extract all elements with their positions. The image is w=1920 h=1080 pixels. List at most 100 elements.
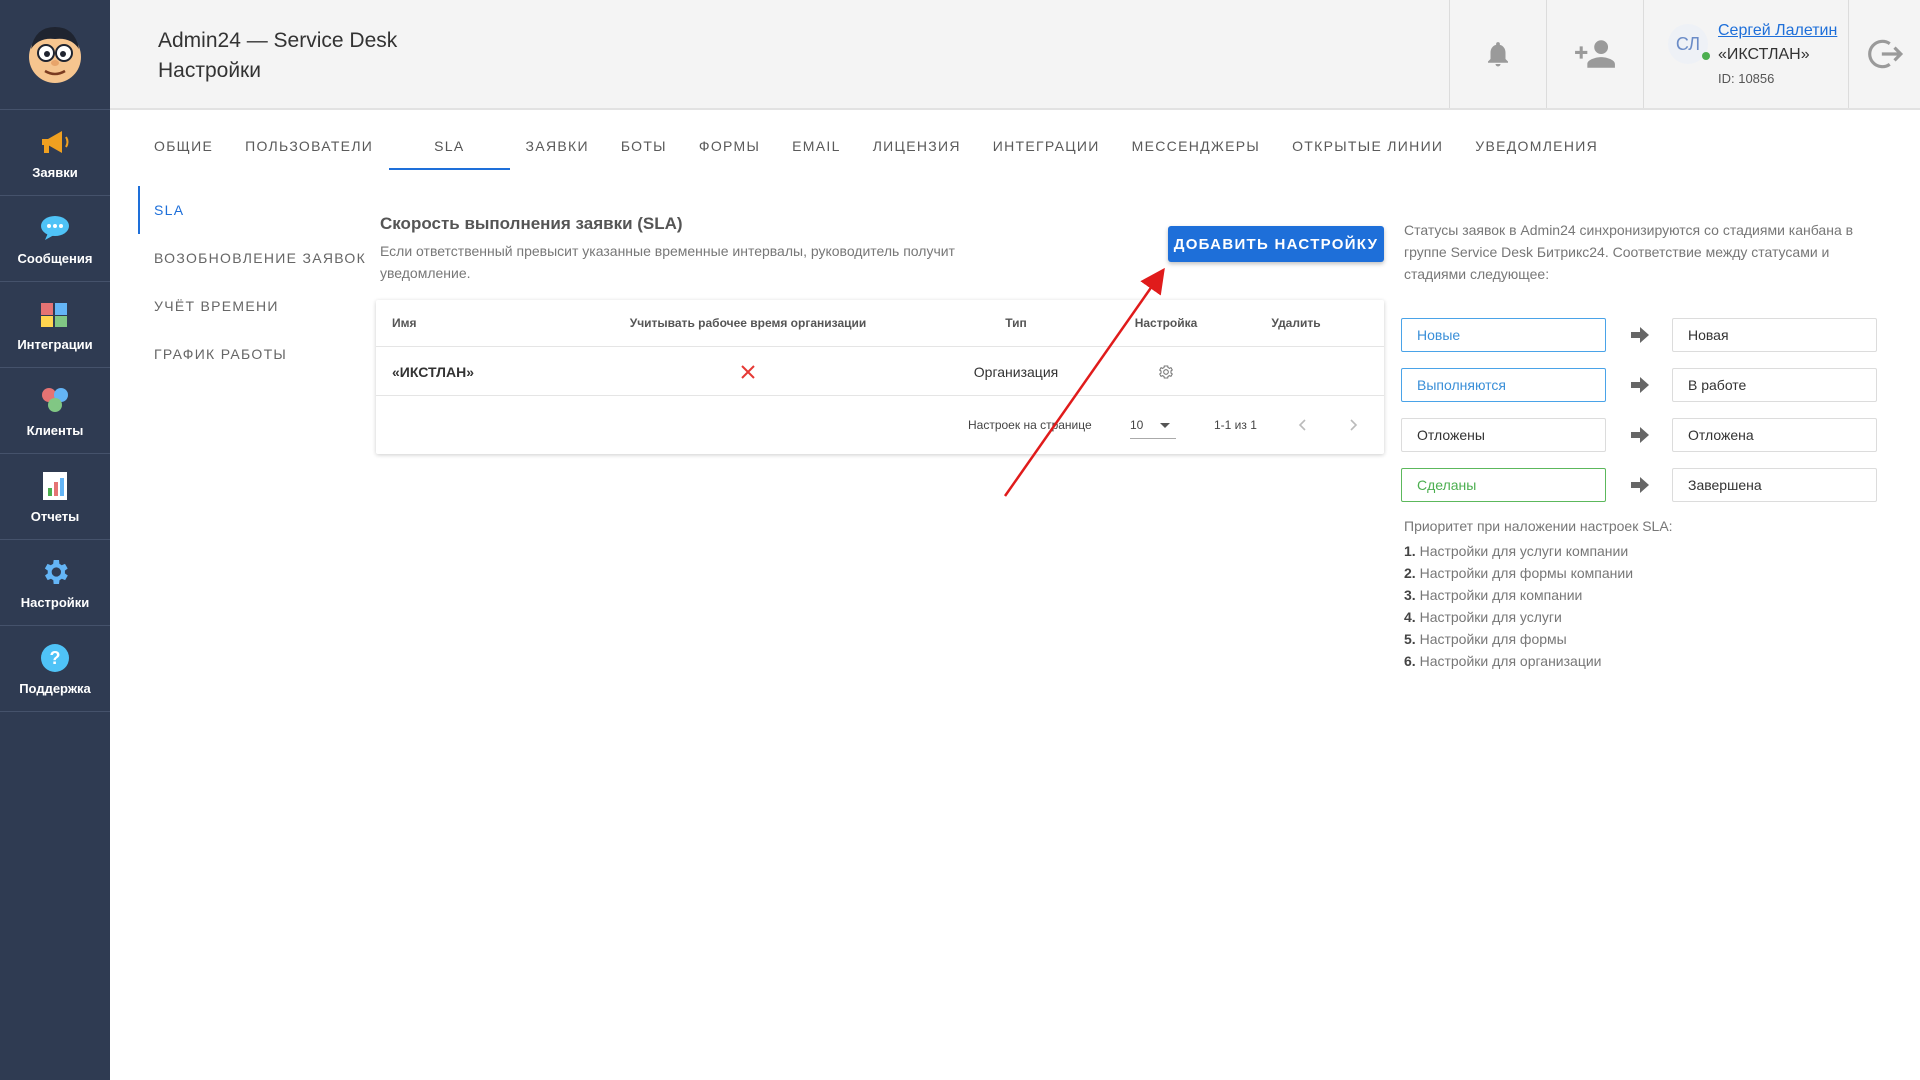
priority-item: 1. Настройки для услуги компании — [1404, 540, 1633, 562]
status-box: Новые — [1401, 318, 1606, 352]
sidebar: Заявки Сообщения Интеграции Клиенты Отчеты На… — [0, 0, 110, 1080]
sla-table: Имя Учитывать рабочее время организации … — [376, 300, 1384, 454]
tab-2[interactable]: SLA — [389, 126, 510, 170]
row-name: «ИКСТЛАН» — [392, 364, 475, 380]
logout-button[interactable] — [1848, 0, 1920, 108]
prev-page-button[interactable] — [1296, 397, 1310, 453]
sidebar-item-label: Сообщения — [17, 251, 93, 266]
sidebar-item-label: Поддержка — [19, 681, 91, 696]
megaphone-icon — [38, 125, 72, 159]
column-header-delete: Удалить — [1271, 316, 1321, 330]
status-box: Отложены — [1401, 418, 1606, 452]
sidebar-item-4[interactable]: Отчеты — [0, 454, 110, 540]
status-box: Выполняются — [1401, 368, 1606, 402]
pagination-range: 1-1 из 1 — [1214, 418, 1257, 432]
priority-text: Настройки для услуги — [1419, 609, 1562, 625]
priority-number: 1. — [1404, 543, 1416, 559]
logout-icon — [1867, 39, 1903, 69]
priority-text: Настройки для формы — [1419, 631, 1567, 647]
stage-box: Завершена — [1672, 468, 1877, 502]
online-status-indicator — [1702, 52, 1710, 60]
priority-item: 2. Настройки для формы компании — [1404, 562, 1633, 584]
column-header-name[interactable]: Имя — [392, 300, 417, 347]
column-header-settings: Настройка — [1134, 316, 1198, 330]
tab-3[interactable]: ЗАЯВКИ — [510, 126, 605, 170]
per-page-value: 10 — [1130, 418, 1144, 432]
stage-box: Новая — [1672, 318, 1877, 352]
column-header-work-time: Учитывать рабочее время организации — [629, 316, 867, 330]
priority-item: 6. Настройки для организации — [1404, 650, 1633, 672]
arrow-right-icon — [1630, 425, 1650, 445]
status-box: Сделаны — [1401, 468, 1606, 502]
puzzle-icon — [38, 297, 72, 331]
tab-9[interactable]: МЕССЕНДЖЕРЫ — [1116, 126, 1276, 170]
sidebar-item-label: Заявки — [32, 165, 78, 180]
arrow-right-icon — [1630, 375, 1650, 395]
tab-5[interactable]: ФОРМЫ — [683, 126, 776, 170]
add-user-button[interactable] — [1546, 0, 1643, 108]
priority-item: 4. Настройки для услуги — [1404, 606, 1633, 628]
tab-4[interactable]: БОТЫ — [605, 126, 683, 170]
section-title: Скорость выполнения заявки (SLA) — [380, 214, 683, 233]
priority-number: 4. — [1404, 609, 1416, 625]
tab-0[interactable]: ОБЩИЕ — [138, 126, 229, 170]
page-title: Настройки — [158, 59, 261, 82]
user-organization: «ИКСТЛАН» — [1718, 46, 1810, 63]
gear-icon — [1159, 365, 1173, 379]
notifications-button[interactable] — [1449, 0, 1546, 108]
sidebar-item-label: Клиенты — [26, 423, 84, 438]
add-person-icon — [1575, 40, 1615, 68]
chevron-left-icon — [1298, 419, 1306, 431]
app-logo[interactable] — [0, 0, 110, 110]
sidebar-item-5[interactable]: Настройки — [0, 540, 110, 626]
per-page-select[interactable]: 10 — [1130, 412, 1176, 439]
user-id: ID: 10856 — [1718, 71, 1775, 86]
tab-11[interactable]: УВЕДОМЛЕНИЯ — [1459, 126, 1614, 170]
priority-text: Настройки для компании — [1419, 587, 1583, 603]
priority-number: 2. — [1404, 565, 1416, 581]
svg-text:?: ? — [50, 648, 61, 668]
settings-subnav: SLA ВОЗОБНОВЛЕНИЕ ЗАЯВОК УЧЁТ ВРЕМЕНИ ГРАФИ… — [138, 186, 368, 378]
user-name-link[interactable]: Сергей Лалетин — [1718, 22, 1837, 40]
clients-icon — [38, 383, 72, 417]
sidebar-item-1[interactable]: Сообщения — [0, 196, 110, 282]
sidebar-item-label: Настройки — [20, 595, 90, 610]
tab-1[interactable]: ПОЛЬЗОВАТЕЛИ — [229, 126, 389, 170]
sidebar-item-0[interactable]: Заявки — [0, 110, 110, 196]
user-profile: СЛ Сергей Лалетин «ИКСТЛАН» ID: 10856 — [1643, 0, 1848, 108]
tab-8[interactable]: ИНТЕГРАЦИИ — [977, 126, 1116, 170]
stage-box: В работе — [1672, 368, 1877, 402]
row-settings-button[interactable] — [1116, 348, 1216, 396]
tab-6[interactable]: EMAIL — [776, 126, 857, 170]
table-row[interactable]: «ИКСТЛАН» Организация — [376, 348, 1384, 396]
chat-bubble-icon — [38, 211, 72, 245]
sidebar-item-3[interactable]: Клиенты — [0, 368, 110, 454]
next-page-button[interactable] — [1346, 397, 1360, 453]
row-type: Организация — [973, 364, 1059, 380]
section-description: Если ответственный превысит указанные вр… — [380, 243, 955, 281]
priority-number: 6. — [1404, 653, 1416, 669]
page-title-block: Admin24 — Service Desk Настройки — [158, 26, 397, 86]
column-header-type: Тип — [1005, 316, 1027, 330]
priority-title: Приоритет при наложении настроек SLA: — [1404, 518, 1673, 534]
priority-text: Настройки для организации — [1419, 653, 1602, 669]
sidebar-item-6[interactable]: ? Поддержка — [0, 626, 110, 712]
priority-number: 3. — [1404, 587, 1416, 603]
work-time-false-icon — [628, 348, 868, 396]
subnav-item-1[interactable]: ВОЗОБНОВЛЕНИЕ ЗАЯВОК — [138, 234, 368, 282]
subnav-item-2[interactable]: УЧЁТ ВРЕМЕНИ — [138, 282, 368, 330]
table-footer: Настроек на странице 10 1-1 из 1 — [376, 397, 1384, 453]
report-chart-icon — [38, 469, 72, 503]
priority-number: 5. — [1404, 631, 1416, 647]
stage-box: Отложена — [1672, 418, 1877, 452]
sidebar-item-2[interactable]: Интеграции — [0, 282, 110, 368]
tab-10[interactable]: ОТКРЫТЫЕ ЛИНИИ — [1276, 126, 1459, 170]
subnav-item-0[interactable]: SLA — [138, 186, 368, 234]
add-setting-button[interactable]: ДОБАВИТЬ НАСТРОЙКУ — [1168, 226, 1384, 262]
subnav-item-3[interactable]: ГРАФИК РАБОТЫ — [138, 330, 368, 378]
table-header: Имя Учитывать рабочее время организации … — [376, 300, 1384, 347]
tab-7[interactable]: ЛИЦЕНЗИЯ — [857, 126, 977, 170]
priority-list: 1. Настройки для услуги компании 2. Настр… — [1404, 540, 1633, 672]
priority-item: 5. Настройки для формы — [1404, 628, 1633, 650]
arrow-right-icon — [1630, 325, 1650, 345]
